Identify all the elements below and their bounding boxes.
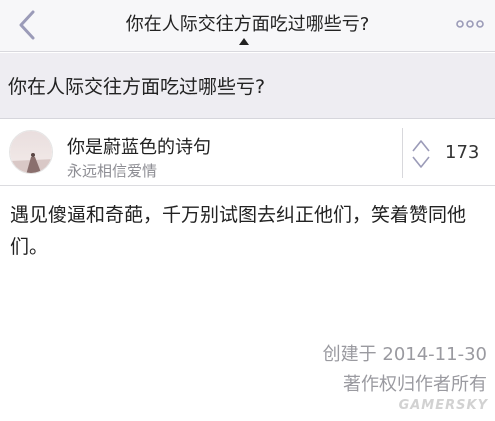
question-title[interactable]: 你在人际交往方面吃过哪些亏? xyxy=(8,72,265,99)
question-header[interactable]: 你在人际交往方面吃过哪些亏? xyxy=(0,53,495,119)
vote-button[interactable]: 173 xyxy=(411,136,491,170)
avatar-image xyxy=(10,131,52,173)
navigation-bar: 你在人际交往方面吃过哪些亏? xyxy=(0,0,495,52)
created-date: 创建于 2014-11-30 xyxy=(322,344,487,365)
nav-title[interactable]: 你在人际交往方面吃过哪些亏? xyxy=(60,10,435,36)
vote-count: 173 xyxy=(445,142,480,163)
author-row: 你是蔚蓝色的诗句 永远相信爱情 173 xyxy=(0,120,495,186)
chevron-left-icon[interactable] xyxy=(14,8,42,42)
copyright-notice: 著作权归作者所有 xyxy=(343,374,487,395)
author-bio: 永远相信爱情 xyxy=(67,162,158,180)
watermark: GAMERSKY xyxy=(398,398,488,413)
divider xyxy=(402,128,403,178)
author-name[interactable]: 你是蔚蓝色的诗句 xyxy=(67,133,211,159)
more-horizontal-icon[interactable] xyxy=(453,12,487,36)
avatar[interactable] xyxy=(9,130,53,174)
caret-up-icon xyxy=(239,38,249,45)
answer-text: 遇见傻逼和奇葩，千万别试图去纠正他们，笑着赞同他们。 xyxy=(10,204,467,258)
vote-arrows-icon xyxy=(412,140,430,168)
